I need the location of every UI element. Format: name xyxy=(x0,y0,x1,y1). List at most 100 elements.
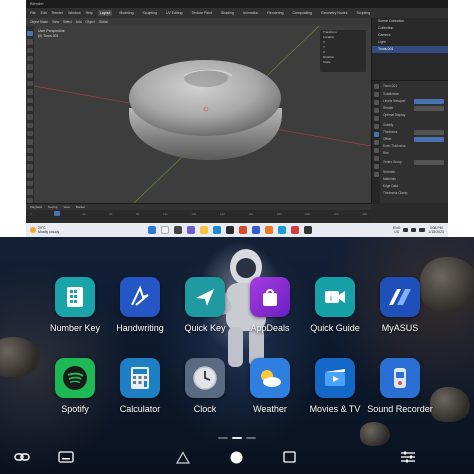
normals-section[interactable]: Normals xyxy=(383,169,395,175)
edge-icon[interactable] xyxy=(213,226,221,234)
page-dot[interactable] xyxy=(246,437,256,439)
app-number-key[interactable]: Number Key xyxy=(40,277,110,334)
search-icon[interactable] xyxy=(161,226,169,234)
workspace-tab-animation[interactable]: Animation xyxy=(241,10,261,16)
home-circle-icon[interactable] xyxy=(230,451,243,464)
render-tab-icon[interactable] xyxy=(373,92,379,97)
menu-edit[interactable]: Edit xyxy=(41,11,47,15)
windows-start-icon[interactable] xyxy=(148,226,156,234)
app-quick-key[interactable]: Quick Key xyxy=(170,277,240,334)
view-menu[interactable]: View xyxy=(63,205,69,209)
transform-orientation[interactable]: Global xyxy=(99,20,108,24)
workspace-tab-modeling[interactable]: Modeling xyxy=(117,10,135,16)
office-icon[interactable] xyxy=(239,226,247,234)
shrink-tool-icon[interactable] xyxy=(27,180,33,187)
timeline-ruler[interactable]: 0 20 40 60 80 100 120 140 160 180 200 22… xyxy=(30,212,367,216)
app-spotify[interactable]: Spotify xyxy=(40,358,110,415)
keying-menu[interactable]: Keying xyxy=(48,205,57,209)
myasus-taskbar-icon[interactable] xyxy=(252,226,260,234)
keyboard-icon[interactable] xyxy=(58,451,74,463)
even-thickness-checkbox[interactable]: Even Thickness xyxy=(383,143,405,149)
settings-sliders-icon[interactable] xyxy=(400,451,416,463)
outliner-row-selected[interactable]: Torus.001 xyxy=(372,46,448,53)
marker-menu[interactable]: Marker xyxy=(76,205,85,209)
modifier-solidify[interactable]: Solidify xyxy=(383,122,393,128)
workspace-tab-rendering[interactable]: Rendering xyxy=(265,10,285,16)
app-movies-tv[interactable]: Movies & TV xyxy=(300,358,370,415)
outliner-row[interactable]: Scene Collection xyxy=(372,18,448,25)
scale-tool-icon[interactable] xyxy=(27,64,33,70)
menu-help[interactable]: Help xyxy=(86,11,93,15)
add-cube-tool-icon[interactable] xyxy=(27,97,33,103)
app-taskbar-icon[interactable] xyxy=(278,226,286,234)
back-triangle-icon[interactable] xyxy=(176,451,190,464)
workspace-tab-layout[interactable]: Layout xyxy=(97,10,113,16)
playback-menu[interactable]: Playback xyxy=(30,205,42,209)
object-tab-icon[interactable] xyxy=(373,124,379,129)
weather-widget[interactable]: 29°C Mostly cloudy xyxy=(30,224,70,236)
transform-tool-icon[interactable] xyxy=(27,72,33,78)
wifi-icon[interactable] xyxy=(403,228,409,232)
workspace-tab-compositing[interactable]: Compositing xyxy=(291,10,314,16)
optimal-display-checkbox[interactable]: Optimal Display xyxy=(383,112,405,118)
link-icon[interactable] xyxy=(14,451,30,463)
rim-checkbox[interactable]: Rim xyxy=(383,150,389,156)
app-sound-recorder[interactable]: Sound Recorder xyxy=(365,358,435,415)
smooth-tool-icon[interactable] xyxy=(27,164,33,170)
store-icon[interactable] xyxy=(226,226,234,234)
workspace-tab-sculpting[interactable]: Sculpting xyxy=(141,10,159,16)
app-handwriting[interactable]: Handwriting xyxy=(105,277,175,334)
constraints-tab-icon[interactable] xyxy=(373,156,379,161)
tool-tab-icon[interactable] xyxy=(373,84,379,89)
workspace-tab-geometry-nodes[interactable]: Geometry Nodes xyxy=(319,10,349,16)
app-taskbar-icon[interactable] xyxy=(304,226,312,234)
cursor-tool-icon[interactable] xyxy=(27,39,33,45)
add-menu[interactable]: Add xyxy=(76,20,82,24)
annotate-tool-icon[interactable] xyxy=(27,80,33,87)
vertex-group-field[interactable] xyxy=(414,159,444,165)
particles-tab-icon[interactable] xyxy=(373,140,379,145)
app-myasus[interactable]: MyASUS xyxy=(365,277,435,334)
object-menu[interactable]: Object xyxy=(85,20,94,24)
poly-build-tool-icon[interactable] xyxy=(27,147,33,153)
volume-icon[interactable] xyxy=(411,228,417,232)
workspace-tab-scripting[interactable]: Scripting xyxy=(354,10,372,16)
shear-tool-icon[interactable] xyxy=(27,189,33,195)
outliner-row[interactable]: Collection xyxy=(372,25,448,32)
data-tab-icon[interactable] xyxy=(373,164,379,169)
extrude-tool-icon[interactable] xyxy=(27,105,33,112)
language-indicator[interactable]: ENG US xyxy=(393,226,401,234)
clock-area[interactable]: 3:08 PM 1/15/2023 xyxy=(428,226,444,234)
workspace-tab-texture-paint[interactable]: Texture Paint xyxy=(190,10,214,16)
modifier-tab-icon[interactable] xyxy=(373,132,379,137)
menu-render[interactable]: Render xyxy=(52,11,63,15)
app-calculator[interactable]: Calculator xyxy=(105,358,175,415)
blender-taskbar-icon[interactable] xyxy=(265,226,273,234)
task-view-icon[interactable] xyxy=(174,226,182,234)
page-dot-active[interactable] xyxy=(232,437,242,439)
thickness-clamp-section[interactable]: Thickness Clamp xyxy=(383,190,407,196)
menu-window[interactable]: Window xyxy=(68,11,80,15)
materials-section[interactable]: Materials xyxy=(383,176,396,182)
bevel-tool-icon[interactable] xyxy=(27,122,33,128)
app-appdeals[interactable]: AppDeals xyxy=(235,277,305,334)
measure-tool-icon[interactable] xyxy=(27,89,33,95)
outliner-row[interactable]: Camera xyxy=(372,32,448,39)
edge-data-section[interactable]: Edge Data xyxy=(383,183,398,189)
world-tab-icon[interactable] xyxy=(373,116,379,121)
app-taskbar-icon[interactable] xyxy=(291,226,299,234)
file-explorer-icon[interactable] xyxy=(200,226,208,234)
thickness-field[interactable] xyxy=(414,129,444,135)
levels-viewport-field[interactable] xyxy=(414,98,444,104)
battery-icon[interactable] xyxy=(419,228,426,232)
select-tool-icon[interactable] xyxy=(27,31,33,37)
page-dot[interactable] xyxy=(218,437,228,439)
spin-tool-icon[interactable] xyxy=(27,155,33,162)
outliner-row[interactable]: Light xyxy=(372,39,448,46)
view-menu[interactable]: View xyxy=(52,20,59,24)
loop-cut-tool-icon[interactable] xyxy=(27,130,33,137)
inset-tool-icon[interactable] xyxy=(27,114,33,120)
physics-tab-icon[interactable] xyxy=(373,148,379,153)
select-menu[interactable]: Select xyxy=(63,20,72,24)
output-tab-icon[interactable] xyxy=(373,100,379,105)
